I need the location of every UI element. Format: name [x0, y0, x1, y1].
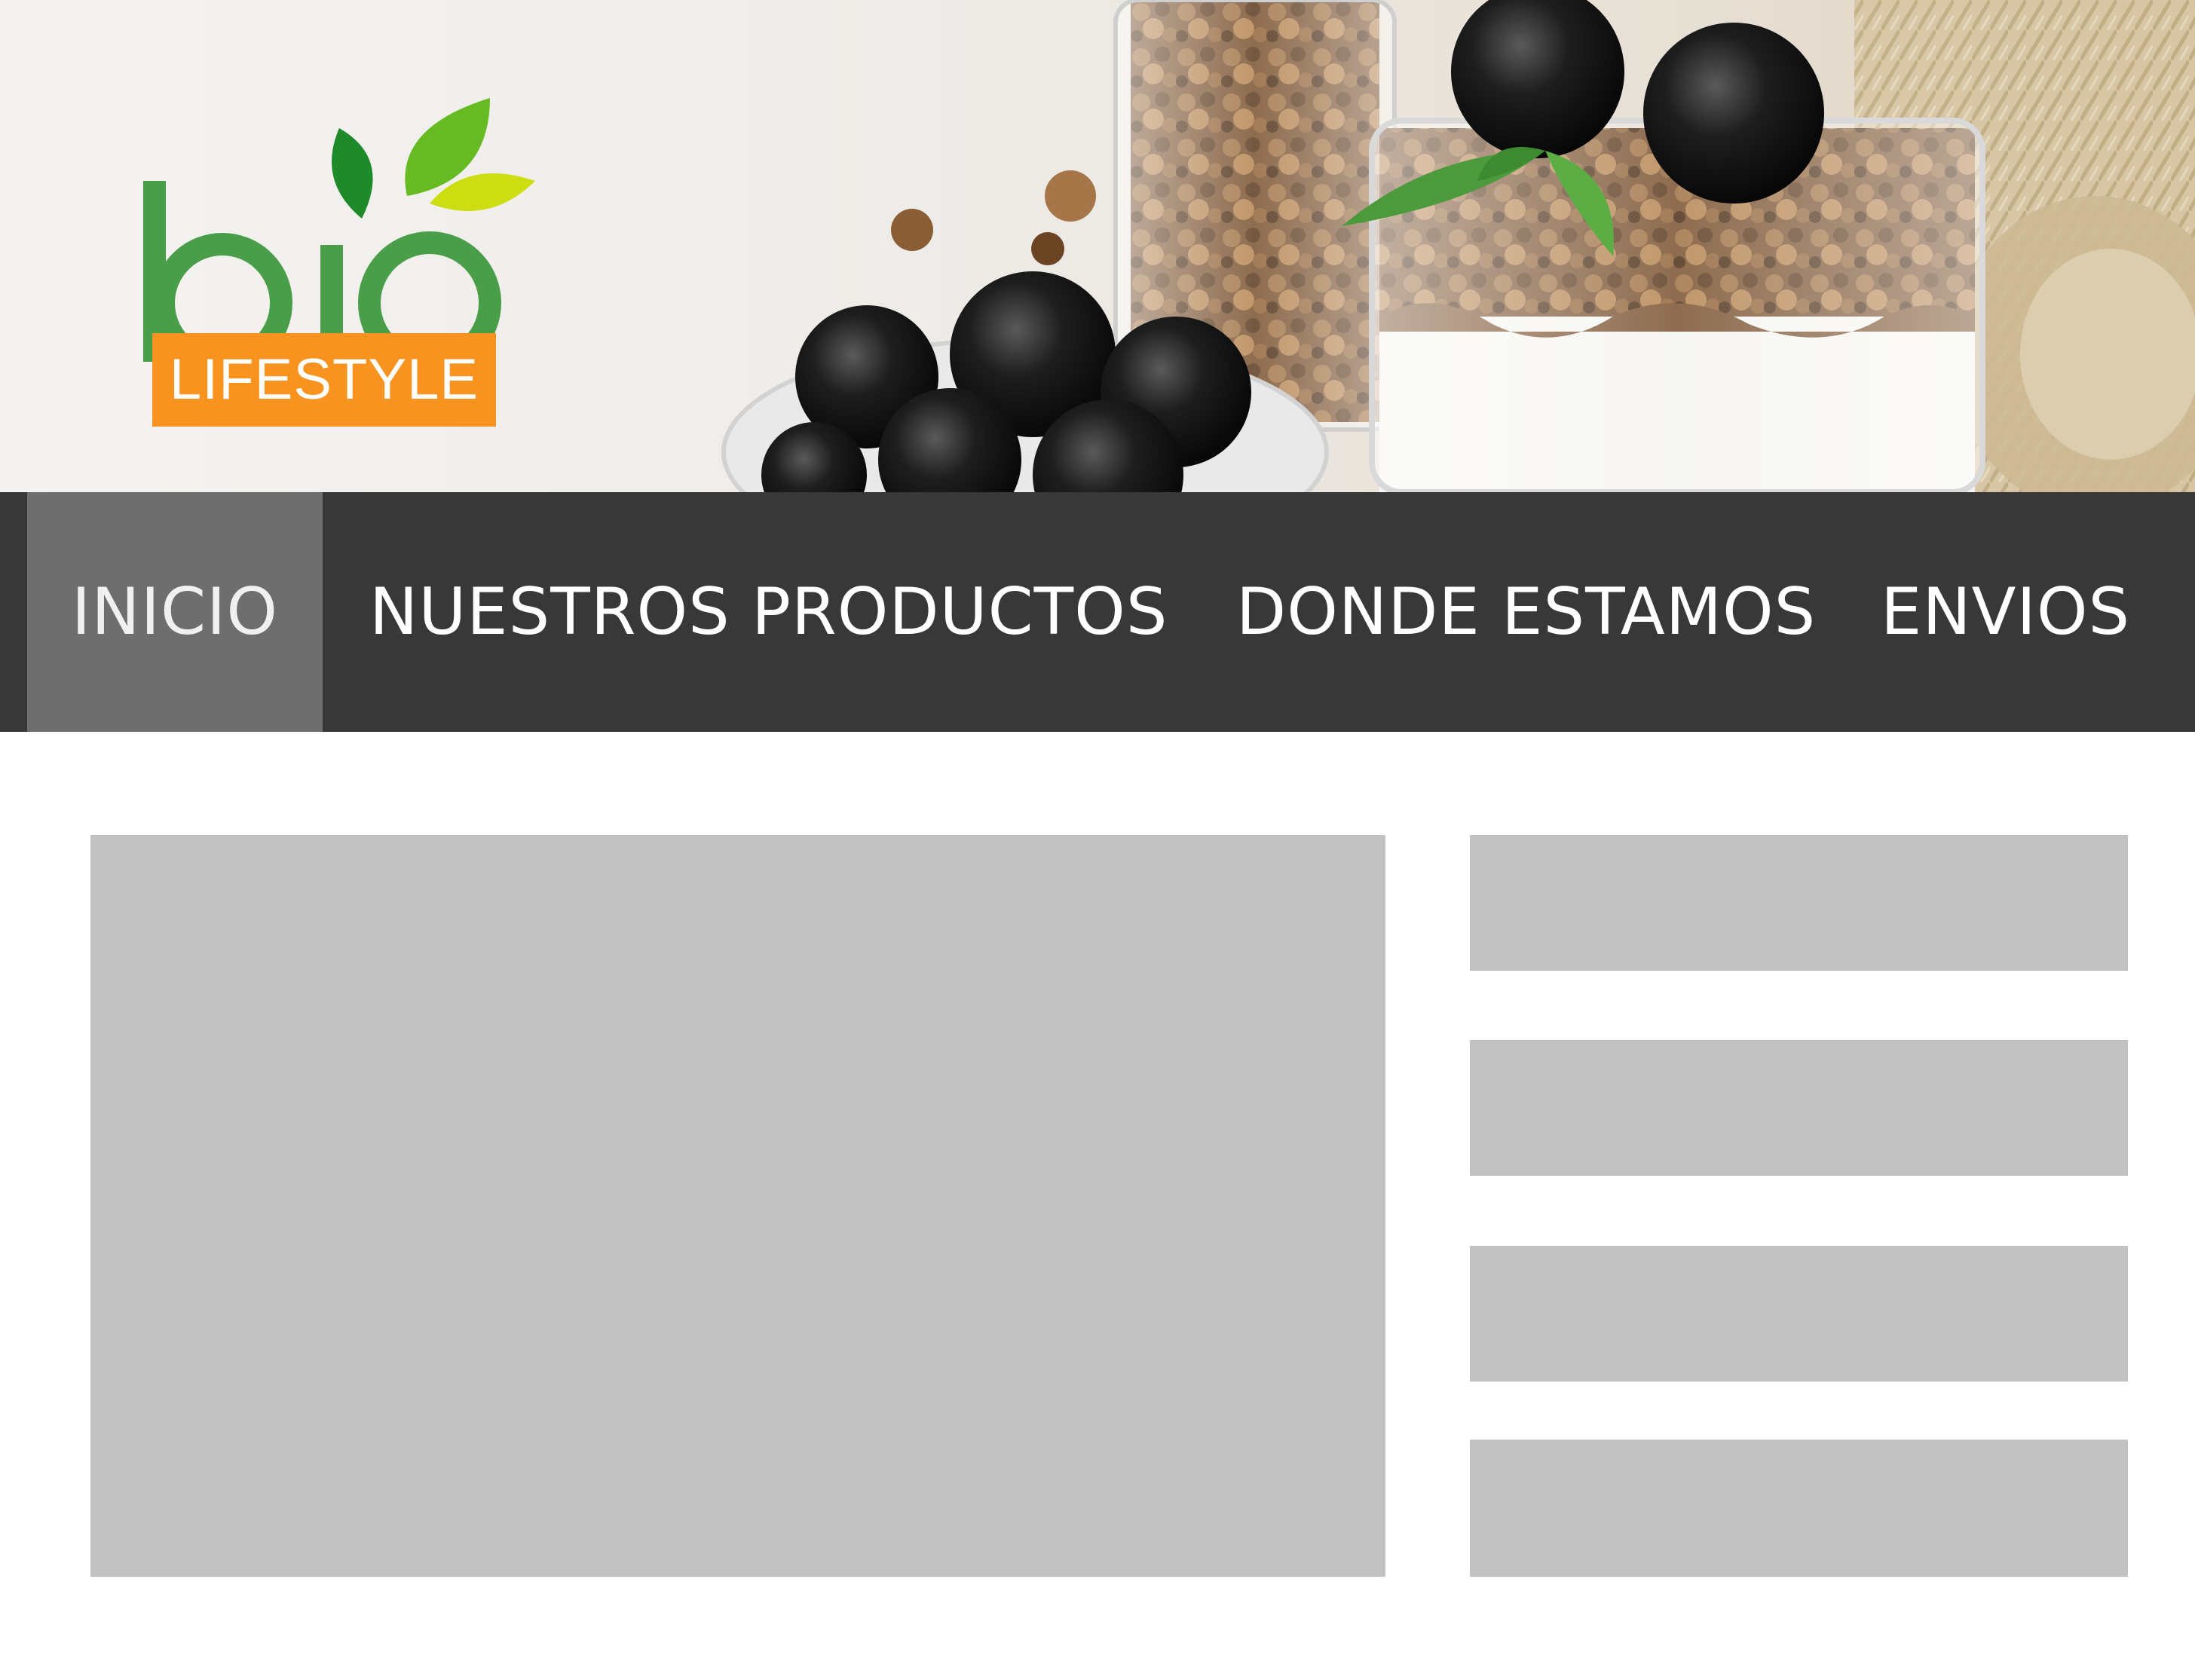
logo-tagline: LIFESTYLE: [152, 333, 496, 427]
sidebar-placeholder-3: [1470, 1246, 2128, 1382]
site-header: LIFESTYLE: [0, 0, 2195, 492]
nav-item-donde-estamos[interactable]: DONDE ESTAMOS: [1236, 492, 1816, 732]
sidebar-placeholder-4: [1470, 1440, 2128, 1577]
nav-item-nuestros-productos[interactable]: NUESTROS PRODUCTOS: [369, 492, 1168, 732]
sidebar-placeholder-2: [1470, 1040, 2128, 1176]
main-navigation: INICIO NUESTROS PRODUCTOS DONDE ESTAMOS …: [0, 492, 2195, 732]
bio-lifestyle-logo[interactable]: LIFESTYLE: [136, 45, 543, 437]
sidebar-placeholder-1: [1470, 835, 2128, 971]
nav-item-envios[interactable]: ENVIOS: [1881, 492, 2130, 732]
main-content-placeholder: [90, 835, 1385, 1577]
nav-item-inicio[interactable]: INICIO: [27, 492, 323, 732]
